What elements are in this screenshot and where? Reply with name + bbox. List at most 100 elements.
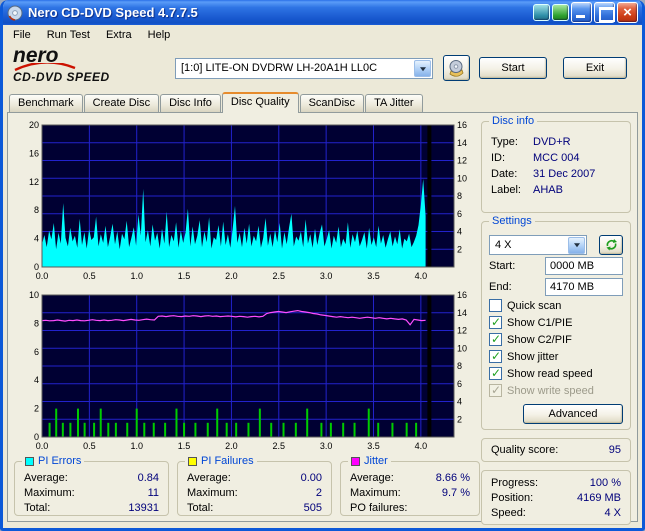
svg-text:16: 16 — [457, 120, 467, 130]
svg-text:0.5: 0.5 — [83, 271, 96, 281]
svg-text:4: 4 — [34, 234, 39, 244]
pi-errors-legend: PI Errors Average: 0.84 Maximum: 11 Total:… — [14, 455, 169, 516]
checkbox-label: Quick scan — [507, 299, 562, 312]
pie-total-label: Total: — [24, 502, 51, 514]
disc-date-value: 31 Dec 2007 — [533, 168, 596, 180]
disc-quality-page: 0 4 8 12 16 20 2 4 6 8 10 12 14 16 0.0 0.5 1.0 1.5 2.0 2.5 3… — [7, 112, 638, 525]
checkbox-show-read-speed[interactable]: Show read speed — [489, 365, 623, 382]
scan-speed-row: 4 X — [489, 234, 623, 255]
maximize-button[interactable] — [594, 2, 615, 23]
legend-row: PI Errors Average: 0.84 Maximum: 11 Total:… — [14, 455, 480, 516]
menu-file[interactable]: File — [5, 27, 39, 43]
svg-text:12: 12 — [457, 156, 467, 166]
pif-maximum-label: Maximum: — [187, 487, 238, 499]
checkbox-box — [489, 332, 502, 346]
tab-ta-jitter[interactable]: TA Jitter — [365, 94, 423, 112]
checkbox-box — [489, 383, 502, 397]
progress-label: Progress: — [491, 477, 539, 489]
svg-text:10: 10 — [457, 343, 467, 353]
end-position-input[interactable] — [545, 277, 623, 296]
svg-text:1.0: 1.0 — [130, 271, 143, 281]
titlebar-extra-icon-2[interactable] — [552, 4, 569, 21]
jitter-swatch — [351, 456, 360, 466]
progress-row: Progress: 100 % — [489, 476, 623, 491]
checkbox-show-write-speed: Show write speed — [489, 382, 623, 399]
start-button[interactable]: Start — [479, 57, 547, 79]
pi-failures-swatch — [188, 456, 197, 466]
tab-disc-quality[interactable]: Disc Quality — [221, 92, 299, 113]
menu-extra[interactable]: Extra — [98, 27, 140, 43]
checkbox-show-jitter[interactable]: Show jitter — [489, 348, 623, 365]
jitter-legend: Jitter Average: 8.66 % Maximum: 9.7 % PO f… — [340, 455, 480, 516]
pif-maximum-value: 2 — [315, 487, 322, 499]
tab-scandisc[interactable]: ScanDisc — [299, 94, 365, 112]
checkbox-label: Show jitter — [507, 350, 559, 363]
svg-text:2.0: 2.0 — [225, 441, 238, 451]
svg-text:8: 8 — [457, 191, 462, 201]
jitter-average-value: 8.66 % — [435, 472, 470, 484]
titlebar-extra-icon-1[interactable] — [533, 4, 550, 21]
exit-button[interactable]: Exit — [563, 57, 627, 79]
disc-hand-icon — [449, 59, 464, 77]
advanced-button[interactable]: Advanced — [523, 404, 623, 424]
scan-speed-dropdown-icon[interactable] — [568, 236, 585, 254]
pif-total-label: Total: — [187, 502, 214, 514]
svg-text:2.5: 2.5 — [273, 271, 286, 281]
svg-text:12: 12 — [457, 326, 467, 336]
menu-help[interactable]: Help — [140, 27, 179, 43]
svg-text:3.0: 3.0 — [320, 441, 333, 451]
drive-selector-value: [1:0] LITE-ON DVDRW LH-20A1H LL0C — [181, 62, 378, 74]
pi-errors-legend-title: PI Errors — [38, 455, 82, 467]
menu-run-test[interactable]: Run Test — [39, 27, 98, 43]
scan-speed-select[interactable]: 4 X — [489, 234, 587, 255]
pie-total-value: 13931 — [128, 502, 159, 514]
disc-info-title: Disc info — [489, 115, 538, 127]
position-label: Position: — [491, 492, 534, 504]
pif-total-value: 505 — [303, 502, 322, 514]
checkbox-label: Show C2/PIF — [507, 333, 572, 346]
position-value: 4169 MB — [576, 492, 621, 504]
start-position-row: Start: — [489, 255, 623, 276]
svg-text:8: 8 — [34, 318, 39, 328]
checkbox-box — [489, 349, 502, 363]
scan-speed-value: 4 X — [495, 238, 512, 251]
checkbox-label: Show write speed — [507, 384, 594, 397]
tabbar: Benchmark Create Disc Disc Info Disc Qua… — [3, 91, 642, 113]
svg-text:2: 2 — [457, 414, 462, 424]
pif-average-value: 0.00 — [300, 472, 322, 484]
svg-text:14: 14 — [457, 138, 467, 148]
svg-text:0.0: 0.0 — [36, 441, 49, 451]
close-button[interactable] — [617, 2, 638, 23]
svg-text:0.0: 0.0 — [36, 271, 49, 281]
tab-create-disc[interactable]: Create Disc — [83, 94, 160, 112]
svg-text:1.5: 1.5 — [178, 441, 191, 451]
checkbox-show-c1-pie[interactable]: Show C1/PIE — [489, 314, 623, 331]
disc-label-label: Label: — [491, 184, 521, 196]
checkbox-show-c2-pif[interactable]: Show C2/PIF — [489, 331, 623, 348]
checkbox-quick-scan[interactable]: Quick scan — [489, 297, 623, 314]
minimize-button[interactable] — [571, 2, 592, 23]
svg-text:1.5: 1.5 — [178, 271, 191, 281]
end-position-row: End: — [489, 276, 623, 297]
end-position-label: End: — [489, 280, 512, 293]
pie-average-value: 0.84 — [137, 472, 159, 484]
tab-benchmark[interactable]: Benchmark — [9, 94, 83, 112]
drive-selector[interactable]: [1:0] LITE-ON DVDRW LH-20A1H LL0C — [175, 58, 433, 79]
disc-date-label: Date: — [491, 168, 518, 180]
svg-text:4: 4 — [34, 375, 39, 385]
tab-disc-info[interactable]: Disc Info — [160, 94, 221, 112]
menubar: File Run Test Extra Help — [3, 25, 642, 45]
start-position-input[interactable] — [545, 256, 623, 275]
drive-selector-dropdown-icon[interactable] — [414, 60, 431, 77]
pi-errors-swatch — [25, 456, 34, 466]
nero-logo: nero CD-DVD SPEED — [13, 45, 163, 84]
eject-disc-button[interactable] — [443, 55, 470, 81]
pi-failures-legend: PI Failures Average: 0.00 Maximum: 2 Total… — [177, 455, 332, 516]
disc-label-row: Label: AHAB — [489, 182, 623, 198]
svg-text:6: 6 — [34, 347, 39, 357]
svg-text:2: 2 — [34, 404, 39, 414]
nero-logo-product: CD-DVD SPEED — [13, 70, 110, 84]
disc-label-value: AHAB — [533, 184, 563, 196]
svg-text:10: 10 — [457, 173, 467, 183]
refresh-button[interactable] — [599, 234, 623, 255]
